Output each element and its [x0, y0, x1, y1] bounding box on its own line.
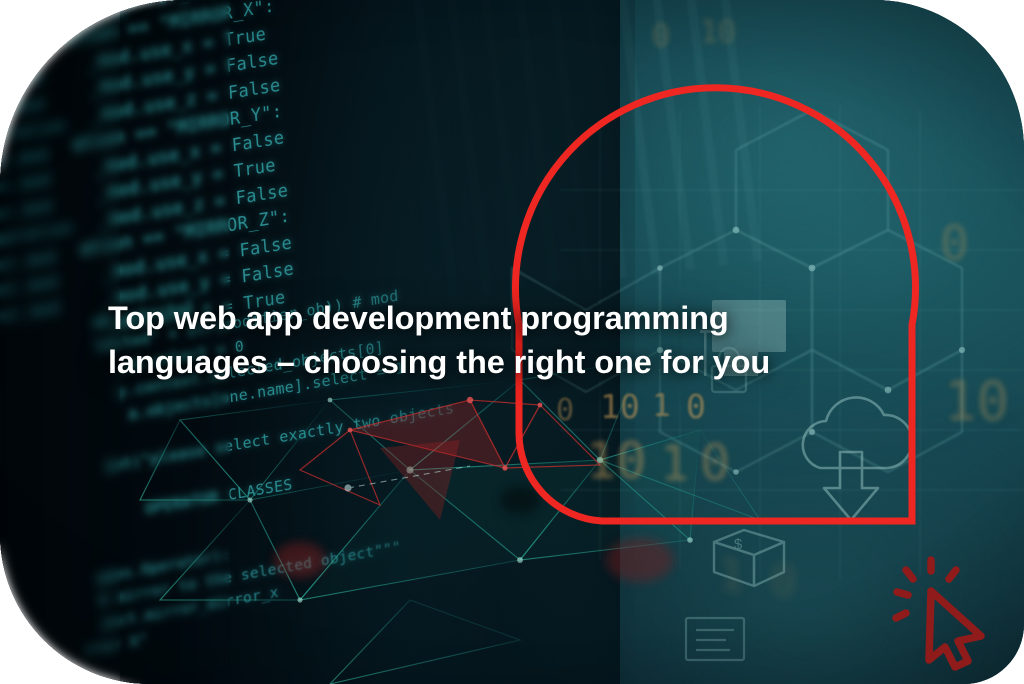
click-cursor-icon [892, 556, 985, 671]
banner-canvas: irror at the end ror_mod ror_mod ror_mod… [0, 0, 1024, 684]
hero-card: irror at the end ror_mod ror_mod ror_mod… [0, 0, 1024, 684]
